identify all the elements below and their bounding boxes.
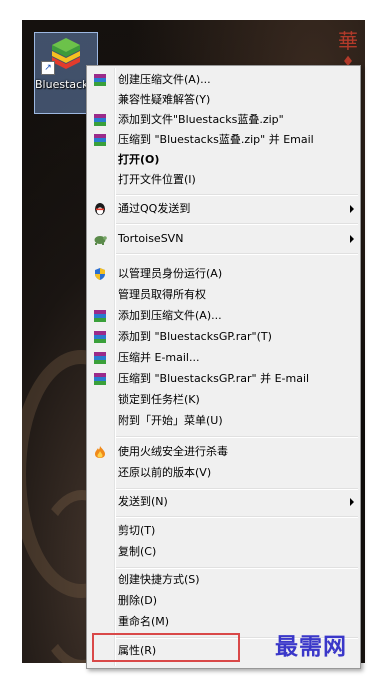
menu-item-compat-troubleshoot[interactable]: 兼容性疑难解答(Y) bbox=[89, 90, 358, 110]
winrar-books-icon bbox=[92, 112, 108, 128]
menu-item-create-shortcut[interactable]: 创建快捷方式(S) bbox=[89, 570, 358, 590]
menu-item-compress-email[interactable]: 压缩并 E-mail... bbox=[89, 348, 358, 368]
menu-item-add-to-rar[interactable]: 添加到 "BluestacksGP.rar"(T) bbox=[89, 327, 358, 347]
menu-item-create-archive[interactable]: 创建压缩文件(A)... bbox=[89, 70, 358, 90]
menu-item-label: 通过QQ发送到 bbox=[118, 202, 191, 215]
menu-item-label: 创建压缩文件(A)... bbox=[118, 73, 211, 86]
menu-item-label: 发送到(N) bbox=[118, 495, 168, 508]
menu-separator bbox=[116, 516, 358, 518]
menu-item-cut[interactable]: 剪切(T) bbox=[89, 521, 358, 541]
uac-shield-icon bbox=[92, 266, 108, 282]
menu-item-label: 添加到压缩文件(A)... bbox=[118, 309, 222, 322]
menu-item-label: 以管理员身份运行(A) bbox=[118, 267, 223, 280]
menu-item-tortoisesvn[interactable]: TortoiseSVN bbox=[89, 229, 358, 249]
menu-item-delete[interactable]: 删除(D) bbox=[89, 591, 358, 611]
winrar-books-icon bbox=[92, 350, 108, 366]
menu-item-pin-taskbar[interactable]: 锁定到任务栏(K) bbox=[89, 390, 358, 410]
menu-item-label: 添加到 "BluestacksGP.rar"(T) bbox=[118, 330, 272, 343]
tortoisesvn-icon bbox=[92, 231, 108, 247]
qq-penguin-icon bbox=[92, 201, 108, 217]
menu-separator bbox=[116, 436, 358, 438]
menu-item-label: 附到「开始」菜单(U) bbox=[118, 414, 223, 427]
menu-separator bbox=[116, 194, 358, 196]
menu-item-label: 打开(O) bbox=[118, 153, 160, 166]
menu-item-label: 复制(C) bbox=[118, 545, 157, 558]
menu-item-label: 添加到文件"Bluestacks蓝叠.zip" bbox=[118, 113, 284, 126]
menu-item-label: 管理员取得所有权 bbox=[118, 288, 206, 301]
submenu-arrow-icon bbox=[350, 235, 354, 243]
properties-highlight-annotation bbox=[92, 633, 240, 662]
menu-item-scan-huorong[interactable]: 使用火绒安全进行杀毒 bbox=[89, 442, 358, 462]
winrar-books-icon bbox=[92, 371, 108, 387]
winrar-books-icon bbox=[92, 72, 108, 88]
menu-item-take-ownership[interactable]: 管理员取得所有权 bbox=[89, 285, 358, 305]
wallpaper-calligraphy: 華 bbox=[338, 29, 358, 53]
menu-item-label: 使用火绒安全进行杀毒 bbox=[118, 445, 228, 458]
menu-item-rar-and-email[interactable]: 压缩到 "BluestacksGP.rar" 并 E-mail bbox=[89, 369, 358, 389]
menu-item-add-to-archive[interactable]: 添加到压缩文件(A)... bbox=[89, 306, 358, 326]
site-watermark: 最需网 bbox=[275, 633, 347, 660]
menu-separator bbox=[116, 223, 358, 225]
menu-item-send-via-qq[interactable]: 通过QQ发送到 bbox=[89, 199, 358, 219]
menu-item-label: TortoiseSVN bbox=[118, 232, 184, 245]
menu-item-send-to[interactable]: 发送到(N) bbox=[89, 492, 358, 512]
menu-item-label: 重命名(M) bbox=[118, 615, 170, 628]
menu-item-pin-start[interactable]: 附到「开始」菜单(U) bbox=[89, 411, 358, 431]
menu-item-label: 创建快捷方式(S) bbox=[118, 573, 200, 586]
menu-item-label: 压缩到 "BluestacksGP.rar" 并 E-mail bbox=[118, 372, 310, 385]
menu-item-label: 打开文件位置(I) bbox=[118, 173, 196, 186]
menu-separator bbox=[116, 253, 358, 255]
menu-item-zip-and-email[interactable]: 压缩到 "Bluestacks蓝叠.zip" 并 Email bbox=[89, 130, 358, 150]
menu-item-label: 压缩并 E-mail... bbox=[118, 351, 200, 364]
winrar-books-icon bbox=[92, 329, 108, 345]
menu-item-copy[interactable]: 复制(C) bbox=[89, 542, 358, 562]
menu-separator bbox=[116, 488, 358, 490]
shortcut-arrow-icon: ↗ bbox=[41, 61, 55, 75]
menu-item-label: 还原以前的版本(V) bbox=[118, 466, 212, 479]
winrar-books-icon bbox=[92, 132, 108, 148]
menu-item-restore-previous[interactable]: 还原以前的版本(V) bbox=[89, 463, 358, 483]
menu-separator bbox=[116, 567, 358, 569]
winrar-books-icon bbox=[92, 308, 108, 324]
submenu-arrow-icon bbox=[350, 498, 354, 506]
menu-item-open[interactable]: 打开(O) bbox=[89, 150, 358, 170]
huorong-flame-icon bbox=[92, 444, 108, 460]
menu-item-label: 删除(D) bbox=[118, 594, 158, 607]
menu-item-label: 锁定到任务栏(K) bbox=[118, 393, 200, 406]
menu-item-label: 剪切(T) bbox=[118, 524, 156, 537]
menu-item-label: 兼容性疑难解答(Y) bbox=[118, 93, 211, 106]
menu-item-add-to-zip[interactable]: 添加到文件"Bluestacks蓝叠.zip" bbox=[89, 110, 358, 130]
context-menu: 创建压缩文件(A)... 兼容性疑难解答(Y) 添加到文件"Bluestacks… bbox=[86, 65, 361, 669]
menu-item-run-as-admin[interactable]: 以管理员身份运行(A) bbox=[89, 264, 358, 284]
menu-item-open-location[interactable]: 打开文件位置(I) bbox=[89, 170, 358, 190]
submenu-arrow-icon bbox=[350, 205, 354, 213]
menu-item-label: 压缩到 "Bluestacks蓝叠.zip" 并 Email bbox=[118, 133, 314, 146]
